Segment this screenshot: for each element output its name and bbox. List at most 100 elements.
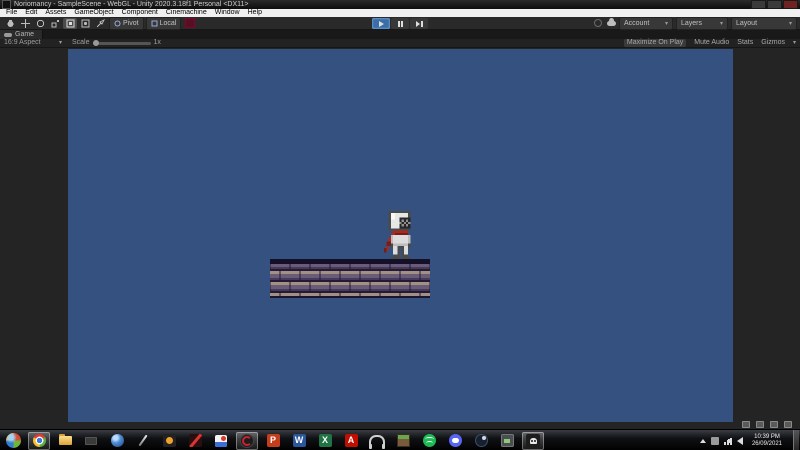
unity-logo-icon [2,0,11,9]
progress-icon[interactable] [593,19,603,27]
scale-slider-handle[interactable] [92,39,99,46]
menu-window[interactable]: Window [211,9,244,17]
taskbar-pen-tool[interactable] [132,432,154,450]
tray-app-icon[interactable] [710,437,719,445]
taskbar-acrobat[interactable]: A [340,432,362,450]
taskbar-spotify[interactable] [418,432,440,450]
knight-character [384,211,411,259]
mute-audio-button[interactable]: Mute Audio [694,39,729,47]
corner-status-icons [742,421,792,428]
taskbar-bell-app[interactable] [158,432,180,450]
desktop-screen: Noriomancy - SampleScene - WebGL - Unity… [0,0,800,450]
pause-button[interactable] [391,18,409,29]
spotify-icon [422,434,436,447]
maximize-button[interactable] [767,0,782,9]
step-button[interactable] [410,18,428,29]
layers-dropdown[interactable]: Layers [676,16,728,30]
corner-status-icon-1[interactable] [742,421,750,428]
stats-button[interactable]: Stats [737,39,753,47]
taskbar-dark-circle-app[interactable] [236,431,258,450]
clock-time: 10:39 PM [754,434,780,440]
taskbar-red-tool-app[interactable] [184,432,206,450]
menu-gameobject[interactable]: GameObject [70,9,117,17]
menu-assets[interactable]: Assets [41,9,70,17]
minimize-button[interactable] [751,0,766,9]
play-icon [378,20,384,27]
corner-status-icon-4[interactable] [784,421,792,428]
minecraft-icon [396,434,410,447]
play-controls [372,18,428,29]
discord-icon [448,434,462,447]
rect-tool-icon[interactable] [63,17,77,29]
layout-dropdown[interactable]: Layout [731,16,797,30]
play-button[interactable] [372,18,390,29]
taskbar-headset-app[interactable] [366,432,388,450]
close-button[interactable] [783,0,798,9]
headset-icon [369,434,385,449]
scale-label: Scale [72,39,90,46]
corner-status-icon-3[interactable] [770,421,778,428]
taskbar-camera-tool[interactable] [80,432,102,450]
window-title: Noriomancy - SampleScene - WebGL - Unity… [14,1,249,8]
volume-icon[interactable] [727,437,743,445]
taskbar-blue-sphere-app[interactable] [106,432,128,450]
pen-icon [138,434,148,447]
menu-component[interactable]: Component [118,9,162,17]
red-tool-icon [188,434,202,447]
scale-tool-icon[interactable] [48,18,62,29]
acrobat-icon: A [344,434,358,447]
custom-tool-icon[interactable] [93,18,107,29]
scale-slider[interactable] [92,39,151,46]
blue-sphere-icon [110,434,124,447]
show-desktop-button[interactable] [793,430,799,450]
gizmos-dropdown[interactable]: Gizmos [761,39,796,47]
menu-help[interactable]: Help [244,9,266,17]
taskbar-steam[interactable] [470,432,492,450]
rotate-tool-icon[interactable] [33,18,47,29]
taskbar-word[interactable]: W [288,432,310,450]
corner-status-icon-2[interactable] [756,421,764,428]
taskbar-excel[interactable]: X [314,432,336,450]
chevron-down-icon [53,39,62,47]
collab-status-icon[interactable] [185,18,196,28]
dark-circle-app-icon [240,433,254,448]
tray-expand-icon[interactable] [699,439,706,443]
taskbar-chrome[interactable] [28,431,50,450]
taskbar-powerpoint[interactable]: P [262,432,284,450]
pause-icon [397,20,403,27]
taskbar-discord[interactable] [444,432,466,450]
hand-tool-icon[interactable] [3,18,17,29]
aspect-ratio-dropdown[interactable]: 16:9 Aspect [4,39,62,47]
camera-icon [85,436,97,445]
transform-tool-icon[interactable] [78,18,92,29]
taskbar-paint-app[interactable] [210,432,232,450]
taskbar-gamepad-app[interactable] [496,432,518,450]
skull-app-icon [526,433,540,448]
taskbar-minecraft[interactable] [392,432,414,450]
taskbar-skull-app[interactable] [522,431,544,450]
start-button[interactable] [2,432,24,450]
maximize-on-play-button[interactable]: Maximize On Play [623,39,687,47]
menu-edit[interactable]: Edit [21,9,41,17]
chevron-down-icon [659,20,668,27]
taskbar-file-explorer[interactable] [54,432,76,450]
menu-file[interactable]: File [2,9,21,17]
pivot-icon [114,20,121,26]
menu-cinemachine[interactable]: Cinemachine [162,9,211,17]
account-dropdown[interactable]: Account [619,16,673,30]
local-icon [151,20,158,26]
cloud-collab-icon[interactable] [606,17,616,27]
taskbar-clock[interactable]: 10:39 PM 26/09/2021 [748,434,786,448]
tab-strip: Game [0,30,800,39]
brick-platform [270,259,430,298]
excel-icon: X [318,434,332,447]
local-toggle[interactable]: Local [145,16,182,30]
move-tool-icon[interactable] [18,18,32,29]
chevron-down-icon [787,39,796,47]
pivot-toggle[interactable]: Pivot [109,16,144,30]
tab-game[interactable]: Game [0,30,44,39]
chrome-icon [32,434,46,447]
game-view-toolbar: 16:9 Aspect Scale 1x Maximize On Play Mu… [0,39,800,48]
bell-app-icon [162,434,176,447]
taskbar: P W X A 10:39 PM 26/09/2021 [0,429,800,450]
